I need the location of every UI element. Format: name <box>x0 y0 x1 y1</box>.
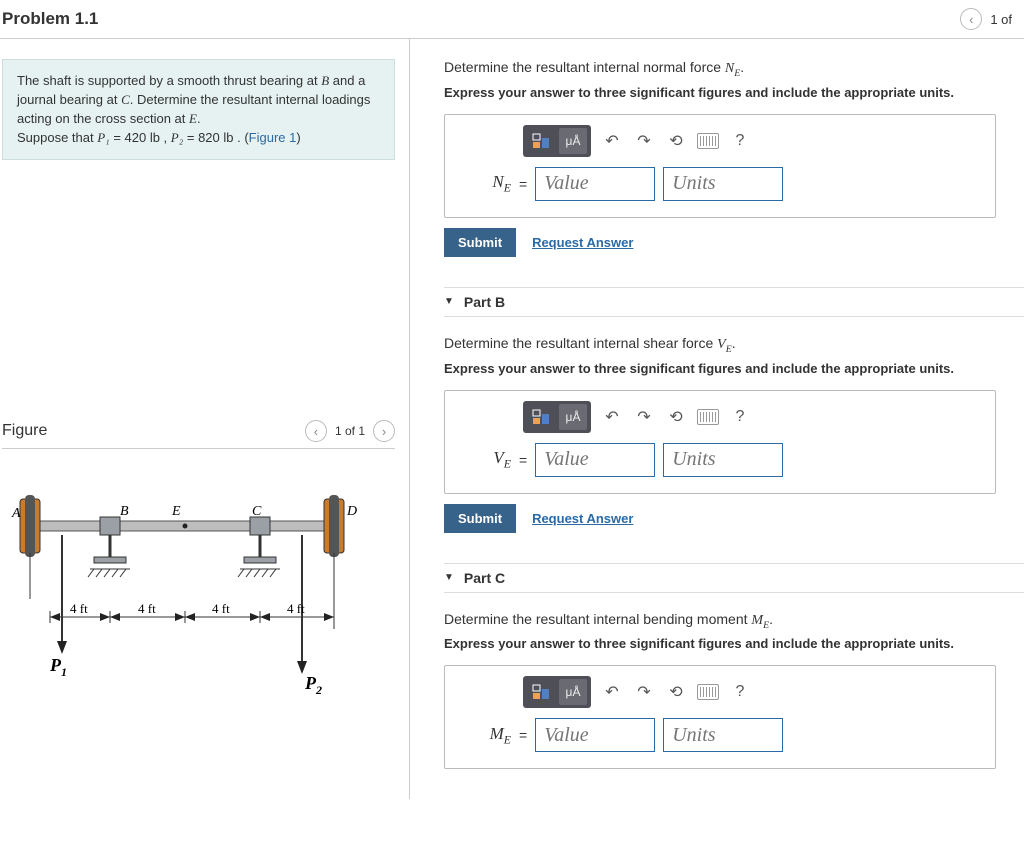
keyboard-icon[interactable] <box>697 681 719 703</box>
figure-prev-button[interactable]: ‹ <box>305 420 327 442</box>
partC-prompt: Determine the resultant internal bending… <box>444 611 1024 631</box>
partA-prompt: Determine the resultant internal normal … <box>444 59 1024 79</box>
partB-instruction: Express your answer to three significant… <box>444 361 1024 376</box>
figure-title: Figure <box>2 422 47 440</box>
template-icon[interactable] <box>527 679 555 705</box>
template-tool-group: μÅ <box>523 401 591 433</box>
caret-down-icon: ▼ <box>444 296 454 307</box>
template-tool-group: μÅ <box>523 125 591 157</box>
svg-text:A: A <box>11 506 21 521</box>
help-icon[interactable]: ? <box>729 681 751 703</box>
template-icon[interactable] <box>527 404 555 430</box>
figure-next-button[interactable]: › <box>373 420 395 442</box>
partB-header[interactable]: ▼ Part B <box>444 287 1024 317</box>
units-tool-button[interactable]: μÅ <box>559 404 587 430</box>
prev-page-button[interactable]: ‹ <box>960 8 982 30</box>
page-indicator: 1 of <box>990 12 1012 27</box>
figure-divider <box>2 448 395 449</box>
svg-text:B: B <box>120 504 129 519</box>
units-tool-button[interactable]: μÅ <box>559 128 587 154</box>
reset-icon[interactable]: ⟲ <box>665 681 687 703</box>
partA-request-answer-link[interactable]: Request Answer <box>532 235 633 250</box>
partA-answer-box: μÅ ↶ ↷ ⟲ ? NE = <box>444 114 996 218</box>
redo-icon[interactable]: ↷ <box>633 406 655 428</box>
template-tool-group: μÅ <box>523 676 591 708</box>
partC-instruction: Express your answer to three significant… <box>444 636 1024 651</box>
figure-diagram: A B E C D <box>2 479 362 699</box>
caret-down-icon: ▼ <box>444 572 454 583</box>
partB-answer-box: μÅ ↶ ↷ ⟲ ? VE = <box>444 390 996 494</box>
partB-value-input[interactable] <box>535 443 655 477</box>
svg-text:4 ft: 4 ft <box>138 601 156 616</box>
partA-instruction: Express your answer to three significant… <box>444 85 1024 100</box>
svg-text:D: D <box>346 504 357 519</box>
help-icon[interactable]: ? <box>729 130 751 152</box>
partC-value-input[interactable] <box>535 718 655 752</box>
partB-var-label: VE <box>459 448 511 471</box>
undo-icon[interactable]: ↶ <box>601 130 623 152</box>
keyboard-icon[interactable] <box>697 130 719 152</box>
svg-text:4 ft: 4 ft <box>212 601 230 616</box>
svg-text:C: C <box>252 504 262 519</box>
equals-sign: = <box>519 727 527 743</box>
reset-icon[interactable]: ⟲ <box>665 130 687 152</box>
template-icon[interactable] <box>527 128 555 154</box>
units-tool-button[interactable]: μÅ <box>559 679 587 705</box>
partA-units-input[interactable] <box>663 167 783 201</box>
svg-text:4 ft: 4 ft <box>287 601 305 616</box>
undo-icon[interactable]: ↶ <box>601 681 623 703</box>
redo-icon[interactable]: ↷ <box>633 130 655 152</box>
partA-var-label: NE <box>459 172 511 195</box>
partA-value-input[interactable] <box>535 167 655 201</box>
partB-prompt: Determine the resultant internal shear f… <box>444 335 1024 355</box>
svg-text:4 ft: 4 ft <box>70 601 88 616</box>
redo-icon[interactable]: ↷ <box>633 681 655 703</box>
partB-request-answer-link[interactable]: Request Answer <box>532 511 633 526</box>
partB-submit-button[interactable]: Submit <box>444 504 516 533</box>
partC-answer-box: μÅ ↶ ↷ ⟲ ? ME = <box>444 665 996 769</box>
svg-text:P2: P2 <box>304 673 322 697</box>
problem-statement: The shaft is supported by a smooth thrus… <box>2 59 395 160</box>
svg-text:E: E <box>171 504 181 519</box>
figure-page-indicator: 1 of 1 <box>335 424 365 438</box>
svg-text:P1: P1 <box>49 655 67 679</box>
equals-sign: = <box>519 452 527 468</box>
figure-link[interactable]: Figure 1 <box>249 130 297 145</box>
partC-var-label: ME <box>459 724 511 747</box>
reset-icon[interactable]: ⟲ <box>665 406 687 428</box>
problem-title: Problem 1.1 <box>2 9 98 29</box>
partC-units-input[interactable] <box>663 718 783 752</box>
help-icon[interactable]: ? <box>729 406 751 428</box>
undo-icon[interactable]: ↶ <box>601 406 623 428</box>
partB-units-input[interactable] <box>663 443 783 477</box>
partC-header[interactable]: ▼ Part C <box>444 563 1024 593</box>
equals-sign: = <box>519 176 527 192</box>
partA-submit-button[interactable]: Submit <box>444 228 516 257</box>
keyboard-icon[interactable] <box>697 406 719 428</box>
